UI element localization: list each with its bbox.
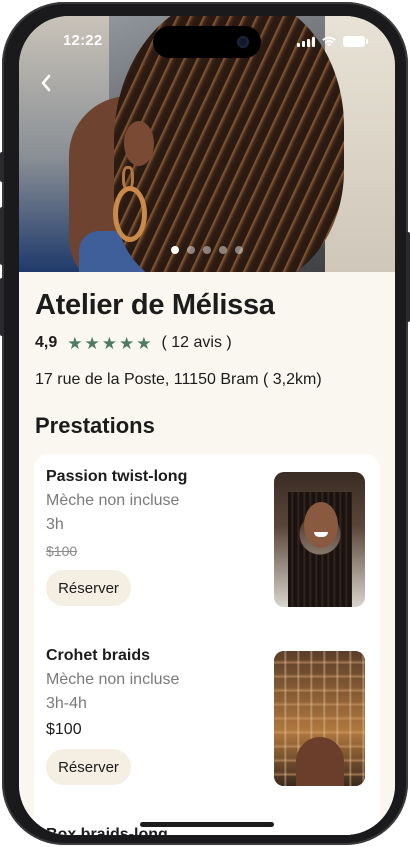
carousel-dot[interactable]: [171, 246, 179, 254]
signal-icon: [297, 36, 315, 47]
star-icon: ★: [136, 333, 152, 353]
battery-icon: [343, 35, 368, 47]
carousel-dots: [19, 246, 395, 254]
camera-icon: [237, 36, 249, 48]
volume-up-button: [0, 207, 4, 265]
service-duration: 3h: [46, 516, 64, 533]
carousel-dot[interactable]: [187, 246, 195, 254]
reserve-button[interactable]: Réserver: [46, 570, 131, 606]
rating-stars: ★ ★ ★ ★ ★: [67, 335, 151, 352]
salon-address: 17 rue de la Poste, 11150 Bram ( 3,2km): [35, 371, 322, 388]
star-icon: ★: [67, 333, 83, 353]
service-note: Mèche non incluse: [46, 492, 180, 509]
star-icon: ★: [101, 333, 117, 353]
action-button: [0, 152, 4, 182]
service-price: $100: [46, 721, 82, 738]
service-price: $100: [46, 543, 78, 559]
phone-frame: 12:22 Atelier de Mélissa 4,9 ★ ★ ★ ★ ★ (…: [0, 2, 410, 845]
screen: 12:22 Atelier de Mélissa 4,9 ★ ★ ★ ★ ★ (…: [19, 16, 395, 835]
wifi-icon: [322, 36, 336, 47]
rating-value: 4,9: [35, 334, 58, 351]
section-title: Prestations: [35, 413, 155, 438]
carousel-dot[interactable]: [203, 246, 211, 254]
service-item: Crohet braids Mèche non incluse 3h-4h $1…: [46, 633, 368, 793]
service-item: Passion twist-long Mèche non incluse 3h …: [46, 454, 368, 614]
services-list: Passion twist-long Mèche non incluse 3h …: [34, 454, 380, 835]
carousel-dot[interactable]: [235, 246, 243, 254]
salon-name: Atelier de Mélissa: [35, 289, 275, 321]
service-photo: [274, 651, 365, 786]
status-icons: [297, 35, 368, 47]
back-button[interactable]: [33, 70, 59, 96]
star-icon: ★: [84, 333, 100, 353]
next-service-name: Box braids-long: [46, 826, 168, 835]
status-time: 12:22: [63, 32, 103, 49]
carousel-dot[interactable]: [219, 246, 227, 254]
service-name: Crohet braids: [46, 647, 151, 664]
power-button: [406, 232, 410, 322]
reviews-link[interactable]: ( 12 avis ): [162, 334, 232, 352]
service-photo: [274, 472, 365, 607]
volume-down-button: [0, 278, 4, 336]
chevron-left-icon: [41, 74, 51, 92]
reserve-button[interactable]: Réserver: [46, 749, 131, 785]
dynamic-island: [153, 26, 261, 58]
salon-details: Atelier de Mélissa 4,9 ★ ★ ★ ★ ★ ( 12 av…: [19, 272, 395, 835]
earring: [113, 186, 147, 242]
hero-image-carousel[interactable]: 12:22: [19, 16, 395, 272]
service-note: Mèche non incluse: [46, 671, 180, 688]
star-icon: ★: [119, 333, 135, 353]
service-name: Passion twist-long: [46, 468, 188, 485]
home-indicator[interactable]: [140, 822, 274, 827]
service-duration: 3h-4h: [46, 695, 87, 712]
rating-row: 4,9 ★ ★ ★ ★ ★ ( 12 avis ): [35, 334, 232, 352]
